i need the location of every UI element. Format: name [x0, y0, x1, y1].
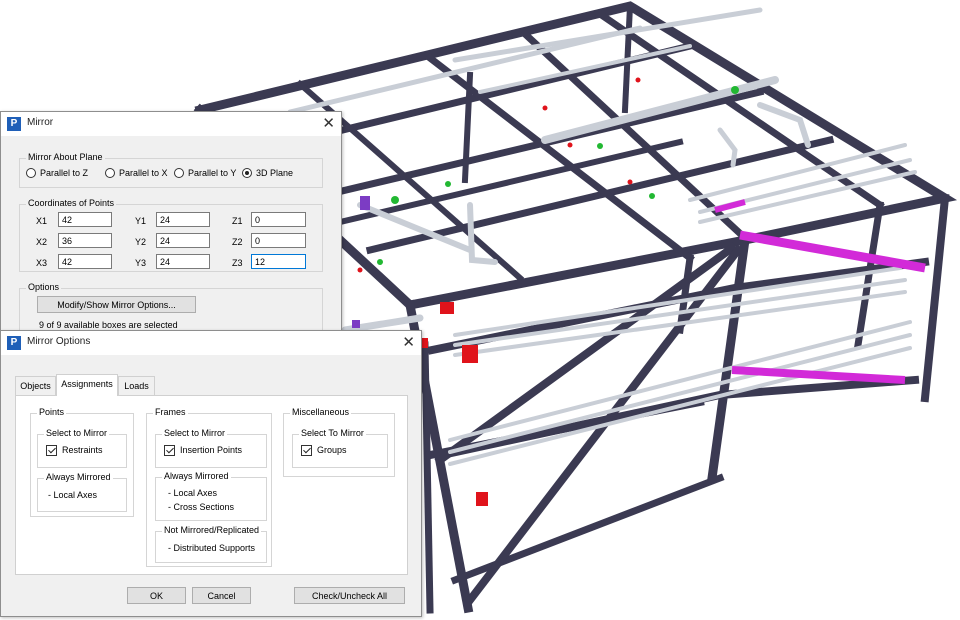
misc-select-group: Select To Mirror Groups: [292, 428, 388, 468]
z2-label: Z2: [232, 237, 243, 247]
points-group: Points Select to Mirror Restraints Alway…: [30, 407, 134, 517]
y2-label: Y2: [135, 237, 147, 247]
frames-select-label: Select to Mirror: [162, 428, 228, 438]
assignments-panel: Points Select to Mirror Restraints Alway…: [15, 395, 408, 575]
points-always-item: - Local Axes: [48, 490, 98, 500]
misc-select-label: Select To Mirror: [299, 428, 366, 438]
y3-field[interactable]: [156, 254, 210, 269]
frames-label: Frames: [153, 407, 188, 417]
y1-label: Y1: [135, 216, 147, 226]
close-icon[interactable]: ✕: [322, 114, 335, 132]
x1-label: X1: [36, 216, 48, 226]
frames-not-mirrored-label: Not Mirrored/Replicated: [162, 525, 262, 535]
tab-objects[interactable]: Objects: [15, 376, 56, 396]
x3-label: X3: [36, 258, 48, 268]
radio-parallel-y-label: Parallel to Y: [188, 168, 237, 178]
y2-field[interactable]: [156, 233, 210, 248]
insertion-points-checkbox[interactable]: [164, 445, 175, 456]
frames-always-item-1: - Local Axes: [168, 488, 218, 498]
points-select-label: Select to Mirror: [44, 428, 110, 438]
z3-label: Z3: [232, 258, 243, 268]
coordinates-label: Coordinates of Points: [26, 198, 117, 208]
frames-always-item-2: - Cross Sections: [168, 502, 235, 512]
radio-3d-plane[interactable]: [242, 168, 252, 178]
radio-parallel-z-label: Parallel to Z: [40, 168, 89, 178]
cancel-button[interactable]: Cancel: [192, 587, 251, 604]
mirror-titlebar[interactable]: P Mirror ✕: [1, 112, 341, 136]
insertion-points-label: Insertion Points: [180, 445, 243, 455]
frames-select-group: Select to Mirror Insertion Points: [155, 428, 267, 468]
frames-group: Frames Select to Mirror Insertion Points…: [146, 407, 272, 567]
close-icon[interactable]: ✕: [402, 333, 415, 351]
coordinates-group: Coordinates of Points X1 Y1 Z1 X2 Y2 Z2 …: [19, 198, 323, 272]
mirror-title: Mirror: [27, 117, 54, 128]
tab-loads[interactable]: Loads: [118, 376, 155, 396]
x3-field[interactable]: [58, 254, 112, 269]
points-always-group: Always Mirrored - Local Axes: [37, 472, 127, 512]
modify-mirror-options-button[interactable]: Modify/Show Mirror Options...: [37, 296, 196, 313]
x2-field[interactable]: [58, 233, 112, 248]
selection-status: 9 of 9 available boxes are selected: [39, 320, 178, 330]
miscellaneous-label: Miscellaneous: [290, 407, 352, 417]
points-select-group: Select to Mirror Restraints: [37, 428, 127, 468]
groups-label: Groups: [317, 445, 347, 455]
radio-parallel-y[interactable]: [174, 168, 184, 178]
radio-parallel-x-label: Parallel to X: [119, 168, 168, 178]
options-label: Options: [26, 282, 62, 292]
y1-field[interactable]: [156, 212, 210, 227]
restraints-label: Restraints: [62, 445, 103, 455]
mirror-options-title: Mirror Options: [27, 336, 91, 347]
groups-checkbox[interactable]: [301, 445, 312, 456]
restraints-checkbox[interactable]: [46, 445, 57, 456]
x2-label: X2: [36, 237, 48, 247]
radio-parallel-z[interactable]: [26, 168, 36, 178]
miscellaneous-group: Miscellaneous Select To Mirror Groups: [283, 407, 395, 477]
frames-not-mirrored-group: Not Mirrored/Replicated - Distributed Su…: [155, 525, 267, 563]
frames-always-group: Always Mirrored - Local Axes - Cross Sec…: [155, 471, 267, 521]
points-label: Points: [37, 407, 67, 417]
mirror-options-titlebar[interactable]: P Mirror Options ✕: [1, 331, 421, 355]
app-logo-icon: P: [7, 117, 21, 131]
mirror-plane-group: Mirror About Plane Parallel to Z Paralle…: [19, 152, 323, 188]
mirror-plane-label: Mirror About Plane: [26, 152, 105, 162]
mirror-dialog: P Mirror ✕ Mirror About Plane Parallel t…: [0, 111, 342, 345]
z3-field[interactable]: [251, 254, 306, 269]
frames-always-label: Always Mirrored: [162, 471, 231, 481]
tab-assignments[interactable]: Assignments: [56, 374, 118, 396]
z2-field[interactable]: [251, 233, 306, 248]
radio-3d-plane-label: 3D Plane: [256, 168, 294, 178]
y3-label: Y3: [135, 258, 147, 268]
mirror-options-dialog: P Mirror Options ✕ Objects Assignments L…: [0, 330, 422, 617]
ok-button[interactable]: OK: [127, 587, 186, 604]
frames-not-mirrored-item: - Distributed Supports: [168, 543, 256, 553]
points-always-label: Always Mirrored: [44, 472, 113, 482]
z1-field[interactable]: [251, 212, 306, 227]
app-logo-icon: P: [7, 336, 21, 350]
check-uncheck-all-button[interactable]: Check/Uncheck All: [294, 587, 405, 604]
radio-parallel-x[interactable]: [105, 168, 115, 178]
z1-label: Z1: [232, 216, 243, 226]
x1-field[interactable]: [58, 212, 112, 227]
